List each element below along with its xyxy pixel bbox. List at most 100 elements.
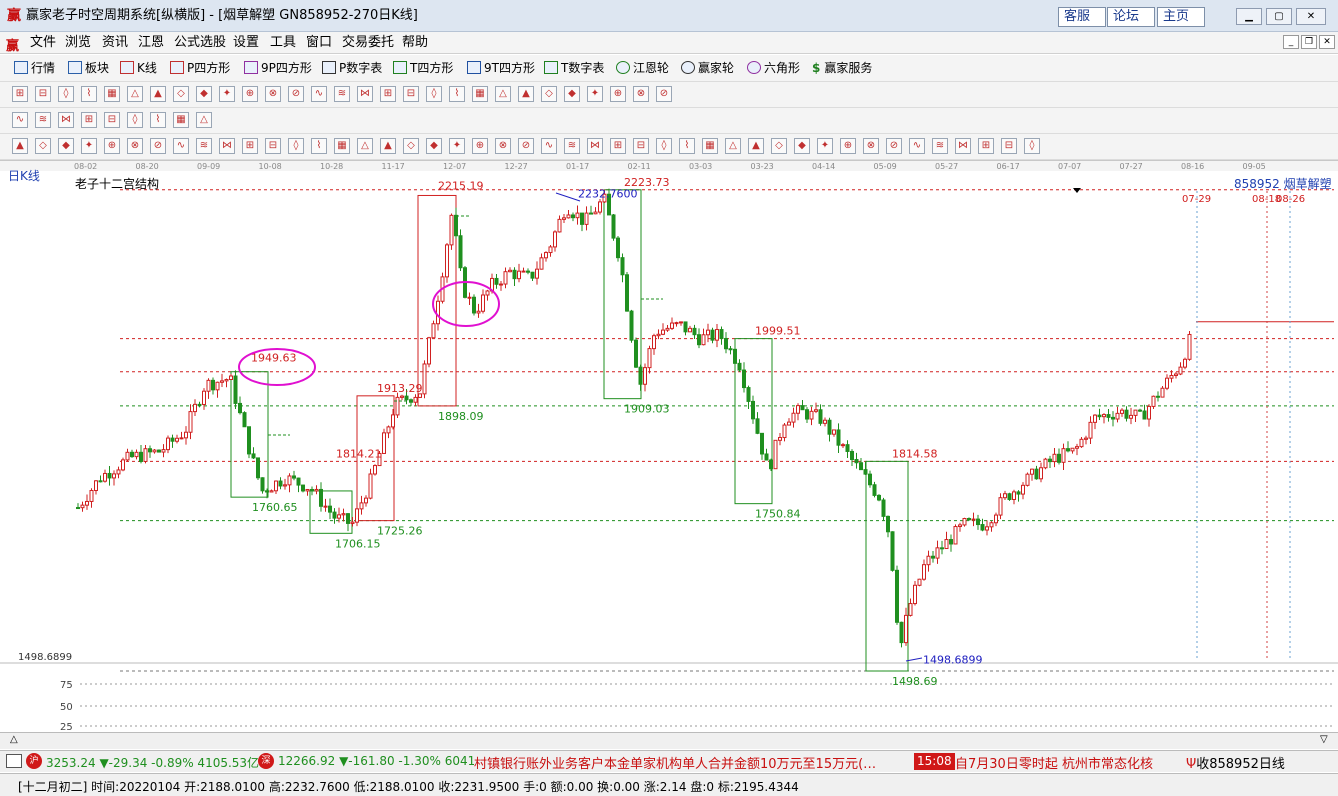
tool-icon-76[interactable]: ⊘ <box>886 138 902 154</box>
tool-icon-14[interactable]: ≋ <box>334 86 350 102</box>
tool-icon-21[interactable]: △ <box>495 86 511 102</box>
tool-icon-24[interactable]: ◆ <box>564 86 580 102</box>
news-ticker-1[interactable]: 村镇银行账外业务客户本金单家机构单人合并金额10万元至15万元(… <box>474 753 912 772</box>
home-button[interactable]: 主页 <box>1157 7 1205 27</box>
tool-icon-40[interactable]: ◆ <box>58 138 74 154</box>
tool-icon-1[interactable]: ⊟ <box>35 86 51 102</box>
tool-icon-2[interactable]: ◊ <box>58 86 74 102</box>
tool-icon-61[interactable]: ∿ <box>541 138 557 154</box>
tool-icon-73[interactable]: ✦ <box>817 138 833 154</box>
tool-icon-45[interactable]: ∿ <box>173 138 189 154</box>
tool-gann-wheel[interactable]: 江恩轮 <box>616 60 669 76</box>
tool-icon-20[interactable]: ▦ <box>472 86 488 102</box>
tool-icon-29[interactable]: ∿ <box>12 112 28 128</box>
menu-file[interactable]: 文件 <box>30 35 56 51</box>
tool-icon-75[interactable]: ⊗ <box>863 138 879 154</box>
tool-icon-81[interactable]: ⊟ <box>1001 138 1017 154</box>
tool-icon-11[interactable]: ⊗ <box>265 86 281 102</box>
tool-icon-15[interactable]: ⋈ <box>357 86 373 102</box>
minimize-icon[interactable]: ▁ <box>1236 8 1262 25</box>
menu-info[interactable]: 资讯 <box>102 35 128 51</box>
tool-winner-service[interactable]: $ 赢家服务 <box>812 60 872 76</box>
tool-icon-8[interactable]: ◆ <box>196 86 212 102</box>
tool-icon-23[interactable]: ◇ <box>541 86 557 102</box>
chart-area[interactable]: 08-02 08-20 09-09 10-08 10-28 11-17 12-07 12-27… <box>0 160 1338 733</box>
tool-quotes[interactable]: 行情 <box>14 60 55 76</box>
tool-icon-78[interactable]: ≋ <box>932 138 948 154</box>
tool-icon-68[interactable]: ▦ <box>702 138 718 154</box>
tool-icon-77[interactable]: ∿ <box>909 138 925 154</box>
tool-icon-74[interactable]: ⊕ <box>840 138 856 154</box>
tool-icon-6[interactable]: ▲ <box>150 86 166 102</box>
tool-icon-30[interactable]: ≋ <box>35 112 51 128</box>
tool-icon-44[interactable]: ⊘ <box>150 138 166 154</box>
tool-kline[interactable]: K线 <box>120 60 157 76</box>
tool-icon-41[interactable]: ✦ <box>81 138 97 154</box>
tool-icon-36[interactable]: ▦ <box>173 112 189 128</box>
tool-icon-7[interactable]: ◇ <box>173 86 189 102</box>
tool-icon-16[interactable]: ⊞ <box>380 86 396 102</box>
tool-icon-17[interactable]: ⊟ <box>403 86 419 102</box>
tool-icon-26[interactable]: ⊕ <box>610 86 626 102</box>
tool-icon-27[interactable]: ⊗ <box>633 86 649 102</box>
service-button[interactable]: 客服 <box>1058 7 1106 27</box>
tool-icon-67[interactable]: ⌇ <box>679 138 695 154</box>
tool-icon-37[interactable]: △ <box>196 112 212 128</box>
tool-icon-38[interactable]: ▲ <box>12 138 28 154</box>
menu-tools[interactable]: 工具 <box>270 35 296 51</box>
close-icon[interactable]: ✕ <box>1296 8 1326 25</box>
tool-9t-square[interactable]: 9T四方形 <box>467 60 535 76</box>
tool-winner-wheel[interactable]: 赢家轮 <box>681 60 734 76</box>
tool-t-square[interactable]: T四方形 <box>393 60 453 76</box>
tool-icon-79[interactable]: ⋈ <box>955 138 971 154</box>
tool-icon-10[interactable]: ⊕ <box>242 86 258 102</box>
menu-browse[interactable]: 浏览 <box>65 35 91 51</box>
tool-icon-53[interactable]: △ <box>357 138 373 154</box>
tool-icon-56[interactable]: ◆ <box>426 138 442 154</box>
tool-p-table[interactable]: P数字表 <box>322 60 382 76</box>
tool-icon-32[interactable]: ⊞ <box>81 112 97 128</box>
tool-icon-71[interactable]: ◇ <box>771 138 787 154</box>
tool-icon-69[interactable]: △ <box>725 138 741 154</box>
tool-icon-39[interactable]: ◇ <box>35 138 51 154</box>
tool-icon-48[interactable]: ⊞ <box>242 138 258 154</box>
tool-icon-50[interactable]: ◊ <box>288 138 304 154</box>
tool-icon-47[interactable]: ⋈ <box>219 138 235 154</box>
scroll-up-icon[interactable]: △ <box>10 734 18 745</box>
news-ticker-2[interactable]: 自7月30日零时起 杭州市常态化核 <box>955 753 1171 772</box>
tool-icon-43[interactable]: ⊗ <box>127 138 143 154</box>
tool-icon-62[interactable]: ≋ <box>564 138 580 154</box>
tool-icon-80[interactable]: ⊞ <box>978 138 994 154</box>
tool-icon-51[interactable]: ⌇ <box>311 138 327 154</box>
tool-9p-square[interactable]: 9P四方形 <box>244 60 312 76</box>
tool-icon-63[interactable]: ⋈ <box>587 138 603 154</box>
mdi-close-icon[interactable]: ✕ <box>1319 35 1335 49</box>
mdi-restore-icon[interactable]: ❐ <box>1301 35 1317 49</box>
tool-icon-58[interactable]: ⊕ <box>472 138 488 154</box>
tool-icon-60[interactable]: ⊘ <box>518 138 534 154</box>
tool-icon-72[interactable]: ◆ <box>794 138 810 154</box>
tool-icon-31[interactable]: ⋈ <box>58 112 74 128</box>
forum-button[interactable]: 论坛 <box>1107 7 1155 27</box>
tool-icon-13[interactable]: ∿ <box>311 86 327 102</box>
tool-icon-28[interactable]: ⊘ <box>656 86 672 102</box>
tool-icon-34[interactable]: ◊ <box>127 112 143 128</box>
tool-icon-3[interactable]: ⌇ <box>81 86 97 102</box>
tool-icon-65[interactable]: ⊟ <box>633 138 649 154</box>
tool-t-table[interactable]: T数字表 <box>544 60 604 76</box>
tool-icon-22[interactable]: ▲ <box>518 86 534 102</box>
menu-gann[interactable]: 江恩 <box>138 35 164 51</box>
tool-sector[interactable]: 板块 <box>68 60 109 76</box>
tool-icon-25[interactable]: ✦ <box>587 86 603 102</box>
tool-icon-12[interactable]: ⊘ <box>288 86 304 102</box>
tool-icon-35[interactable]: ⌇ <box>150 112 166 128</box>
tool-icon-0[interactable]: ⊞ <box>12 86 28 102</box>
tool-icon-42[interactable]: ⊕ <box>104 138 120 154</box>
menu-trade[interactable]: 交易委托 <box>342 35 394 51</box>
tool-p-square[interactable]: P四方形 <box>170 60 230 76</box>
tool-icon-19[interactable]: ⌇ <box>449 86 465 102</box>
maximize-icon[interactable]: ▢ <box>1266 8 1292 25</box>
tool-icon-9[interactable]: ✦ <box>219 86 235 102</box>
tool-icon-55[interactable]: ◇ <box>403 138 419 154</box>
tool-icon-33[interactable]: ⊟ <box>104 112 120 128</box>
